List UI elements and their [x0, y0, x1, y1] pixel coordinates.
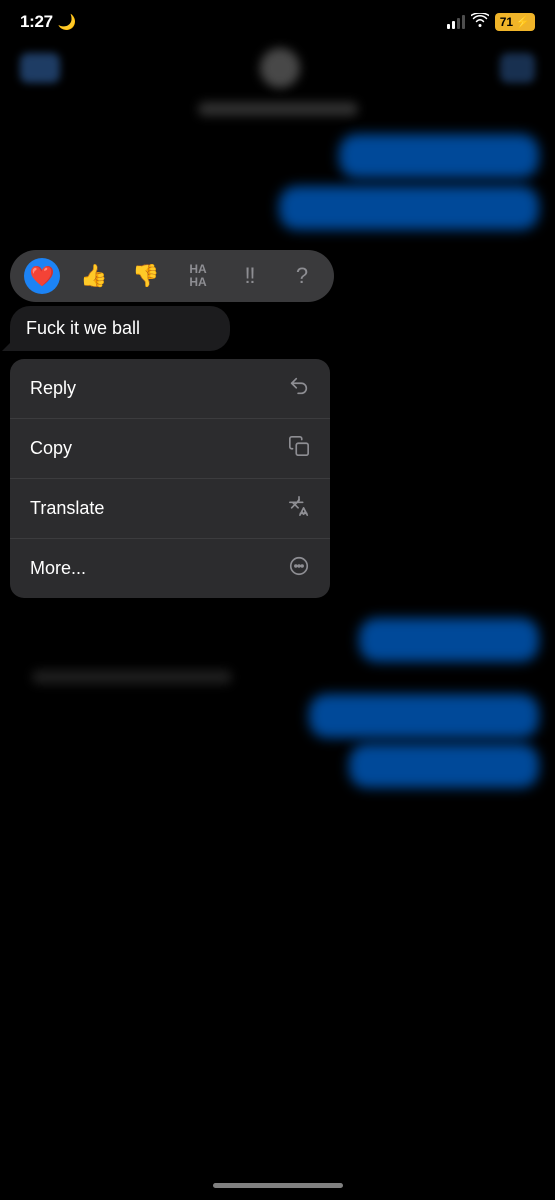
- blurred-message-row-1: [0, 134, 555, 178]
- reaction-question[interactable]: ?: [284, 258, 320, 294]
- copy-icon: [288, 435, 310, 462]
- focused-message-text: Fuck it we ball: [26, 318, 140, 338]
- copy-label: Copy: [30, 438, 72, 459]
- home-indicator: [213, 1183, 343, 1188]
- reaction-bar[interactable]: ❤️ 👍 👎 HAHA ‼ ?: [10, 250, 334, 302]
- reply-icon: [288, 375, 310, 402]
- blurred-bubble-3: [359, 618, 539, 662]
- status-icons: 71 ⚡: [447, 13, 535, 32]
- blurred-message-row-2: [0, 186, 555, 230]
- back-button[interactable]: [20, 53, 60, 83]
- timestamp-blurred: [32, 670, 232, 684]
- context-menu-more[interactable]: More...: [10, 539, 330, 598]
- chat-content: ❤️ 👍 👎 HAHA ‼ ? Fuck it we ball Reply: [0, 124, 555, 788]
- context-menu-reply[interactable]: Reply: [10, 359, 330, 419]
- focused-message-bubble: Fuck it we ball: [10, 306, 230, 351]
- status-time: 1:27: [20, 12, 53, 32]
- contact-name-area: [0, 98, 555, 124]
- contact-avatar[interactable]: [260, 48, 300, 88]
- battery-bolt-icon: ⚡: [515, 15, 530, 29]
- reaction-haha[interactable]: HAHA: [180, 258, 216, 294]
- translate-icon: [288, 495, 310, 522]
- blurred-message-row-4: [16, 694, 539, 738]
- status-bar: 1:27 🌙 71 ⚡: [0, 0, 555, 38]
- navigation-header: [0, 38, 555, 98]
- signal-icon: [447, 15, 465, 29]
- context-menu-translate[interactable]: Translate: [10, 479, 330, 539]
- reaction-thumbsdown[interactable]: 👎: [128, 258, 164, 294]
- blurred-bubble-5: [349, 744, 539, 788]
- translate-label: Translate: [30, 498, 104, 519]
- moon-icon: 🌙: [58, 13, 77, 31]
- battery-level: 71: [500, 15, 513, 29]
- reaction-thumbsup[interactable]: 👍: [76, 258, 112, 294]
- contact-name-blurred: [198, 102, 358, 116]
- more-label: More...: [30, 558, 86, 579]
- context-menu: Reply Copy Translate: [10, 359, 330, 598]
- reply-label: Reply: [30, 378, 76, 399]
- context-menu-copy[interactable]: Copy: [10, 419, 330, 479]
- more-button[interactable]: [500, 53, 535, 83]
- blurred-message-row-5: [16, 744, 539, 788]
- reaction-heart[interactable]: ❤️: [24, 258, 60, 294]
- wifi-icon: [471, 13, 489, 32]
- blurred-bubble-4: [309, 694, 539, 738]
- blurred-bubble-1: [339, 134, 539, 178]
- bottom-chat-area: [0, 618, 555, 788]
- blurred-message-row-3: [16, 618, 539, 662]
- battery-indicator: 71 ⚡: [495, 13, 535, 31]
- more-icon: [288, 555, 310, 582]
- blurred-bubble-2: [279, 186, 539, 230]
- reaction-exclaim[interactable]: ‼: [232, 258, 268, 294]
